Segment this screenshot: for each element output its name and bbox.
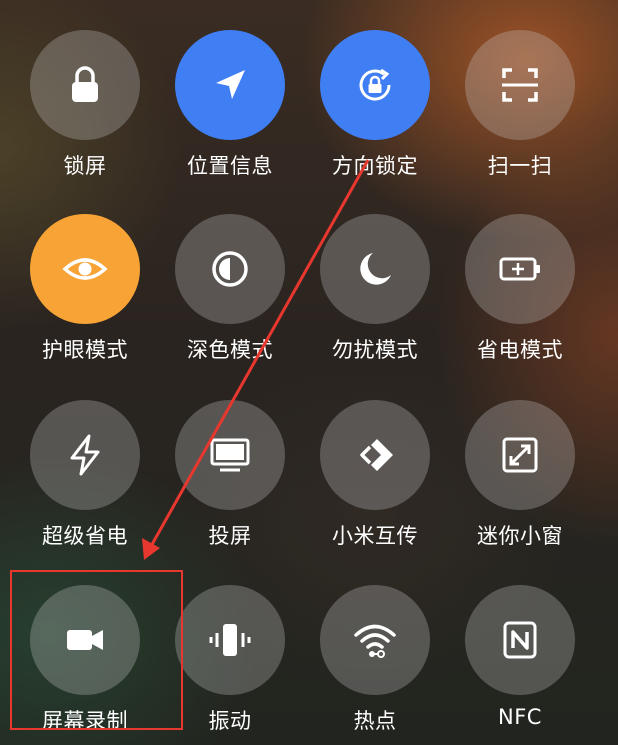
do-not-disturb-button[interactable] xyxy=(320,214,430,324)
tile-ultra-battery-saver[interactable]: 超级省电 xyxy=(25,400,145,560)
tile-label: 护眼模式 xyxy=(42,338,128,362)
tile-dark-mode[interactable]: 深色模式 xyxy=(170,214,290,374)
eye-comfort-button[interactable] xyxy=(30,214,140,324)
tile-eye-comfort[interactable]: 护眼模式 xyxy=(25,214,145,374)
screen-cast-button[interactable] xyxy=(175,400,285,510)
rotation-lock-icon xyxy=(359,68,391,101)
screen-cast-icon xyxy=(210,438,250,472)
lightning-icon xyxy=(70,434,100,476)
tile-hotspot[interactable]: 热点 xyxy=(315,585,435,745)
tile-nfc[interactable]: NFC xyxy=(460,585,580,745)
tile-label: 投屏 xyxy=(208,524,252,548)
tile-do-not-disturb[interactable]: 勿扰模式 xyxy=(315,214,435,374)
location-arrow-icon xyxy=(216,70,245,99)
tile-label: NFC xyxy=(498,705,542,729)
hotspot-icon xyxy=(354,624,396,658)
vibrate-icon xyxy=(209,624,251,656)
mini-window-icon xyxy=(502,437,538,473)
vibrate-button[interactable] xyxy=(175,585,285,695)
scan-button[interactable] xyxy=(465,30,575,140)
mi-share-button[interactable] xyxy=(320,400,430,510)
tile-lock-screen[interactable]: 锁屏 xyxy=(25,30,145,190)
tile-label: 省电模式 xyxy=(477,338,563,362)
tile-label: 扫一扫 xyxy=(487,154,553,178)
tile-screen-cast[interactable]: 投屏 xyxy=(170,400,290,560)
rotation-lock-button[interactable] xyxy=(320,30,430,140)
tile-battery-saver[interactable]: 省电模式 xyxy=(460,214,580,374)
dark-mode-icon xyxy=(212,251,248,287)
lock-icon xyxy=(72,66,98,102)
tile-mini-window[interactable]: 迷你小窗 xyxy=(460,400,580,560)
tile-screen-record[interactable]: 屏幕录制 xyxy=(25,585,145,745)
location-button[interactable] xyxy=(175,30,285,140)
tile-label: 迷你小窗 xyxy=(477,524,563,548)
battery-saver-button[interactable] xyxy=(465,214,575,324)
tile-label: 锁屏 xyxy=(63,154,107,178)
tile-vibrate[interactable]: 振动 xyxy=(170,585,290,745)
tile-label: 超级省电 xyxy=(42,524,128,548)
tile-label: 振动 xyxy=(208,709,252,733)
battery-icon xyxy=(499,257,540,281)
quick-settings-grid: 锁屏 位置信息 方向锁定 扫一扫 护眼模式 深色模式 勿扰模式 省电模式 超级省… xyxy=(0,0,618,745)
dark-mode-button[interactable] xyxy=(175,214,285,324)
screen-record-button[interactable] xyxy=(30,585,140,695)
scan-icon xyxy=(502,68,538,102)
hotspot-button[interactable] xyxy=(320,585,430,695)
nfc-button[interactable] xyxy=(465,585,575,695)
tile-label: 热点 xyxy=(353,709,397,733)
tile-scan[interactable]: 扫一扫 xyxy=(460,30,580,190)
tile-location[interactable]: 位置信息 xyxy=(170,30,290,190)
tile-label: 屏幕录制 xyxy=(42,709,128,733)
ultra-battery-saver-button[interactable] xyxy=(30,400,140,510)
tile-rotation-lock[interactable]: 方向锁定 xyxy=(315,30,435,190)
tile-label: 深色模式 xyxy=(187,338,273,362)
tile-label: 小米互传 xyxy=(332,524,418,548)
tile-label: 位置信息 xyxy=(187,154,273,178)
tile-mi-share[interactable]: 小米互传 xyxy=(315,400,435,560)
nfc-icon xyxy=(503,621,537,659)
tile-label: 方向锁定 xyxy=(332,154,418,178)
video-camera-icon xyxy=(67,630,103,650)
moon-icon xyxy=(360,253,391,285)
lock-screen-button[interactable] xyxy=(30,30,140,140)
tile-label: 勿扰模式 xyxy=(332,338,418,362)
mi-share-icon xyxy=(360,439,393,471)
eye-icon xyxy=(62,258,108,280)
mini-window-button[interactable] xyxy=(465,400,575,510)
